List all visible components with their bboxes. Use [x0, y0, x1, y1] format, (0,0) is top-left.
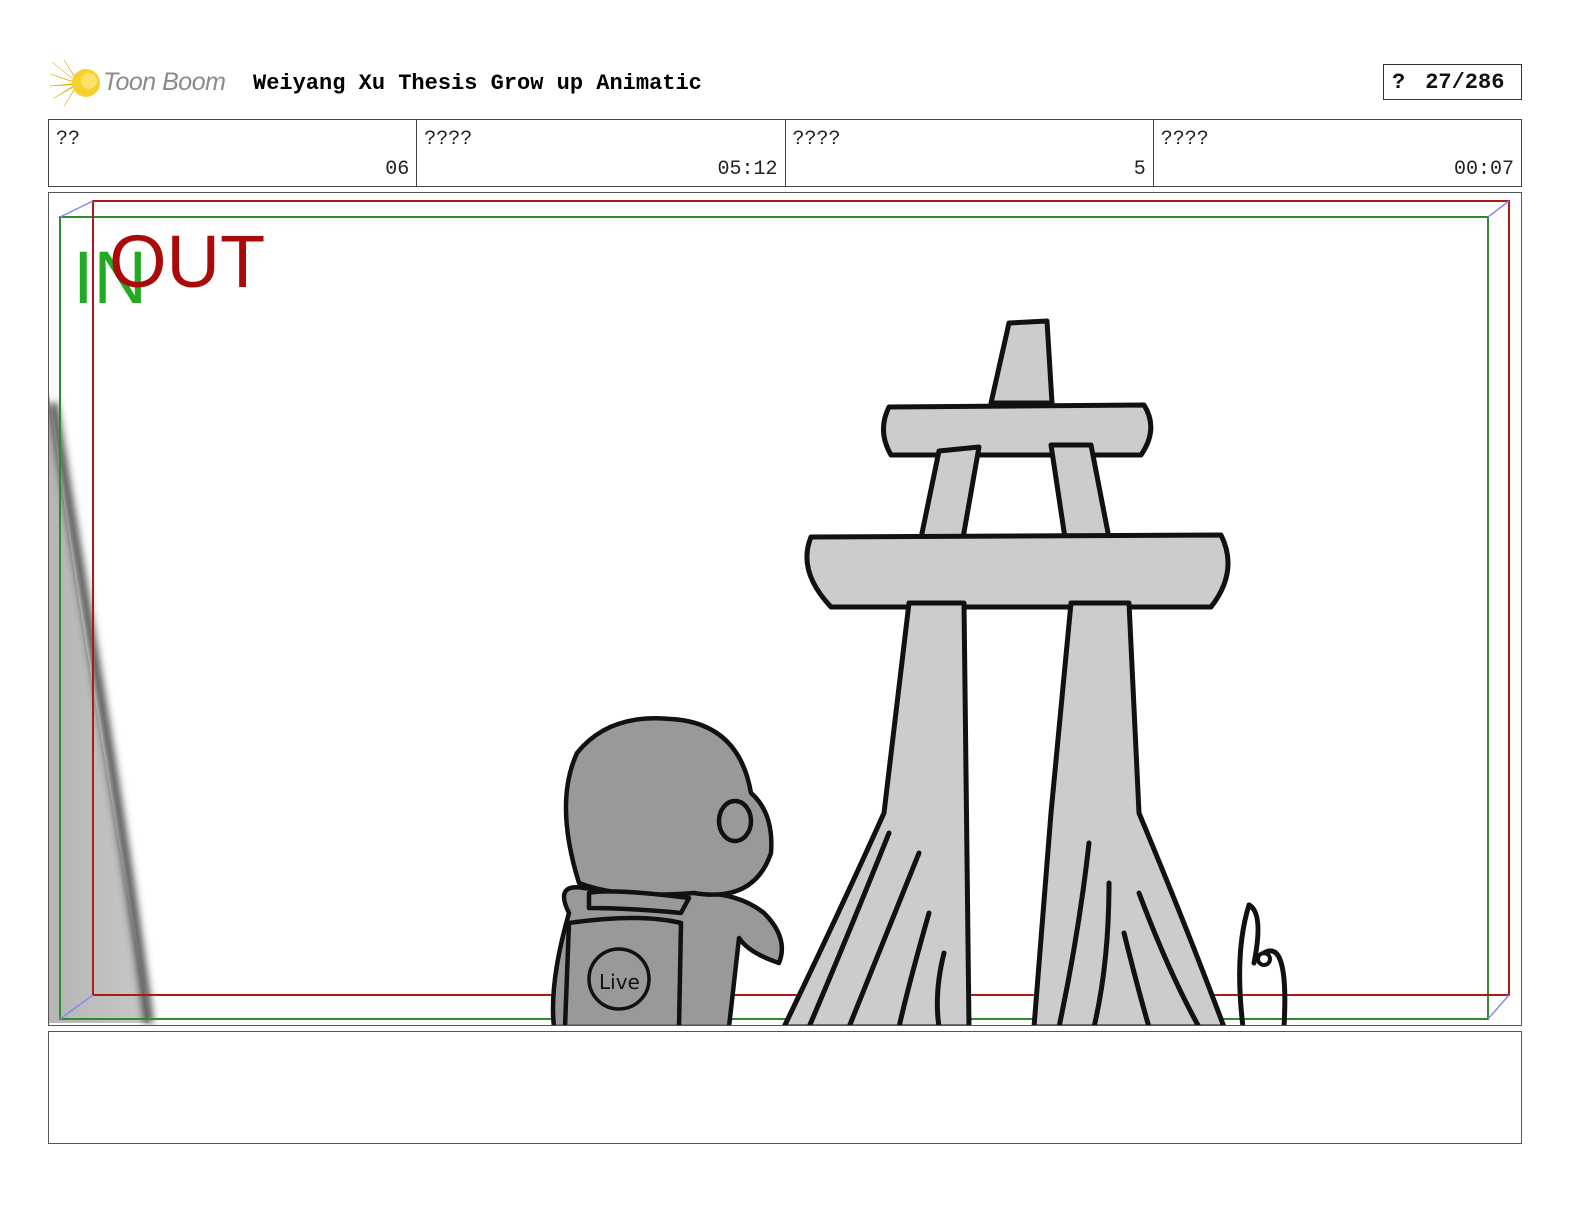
page-mark: ? — [1392, 69, 1406, 95]
character: Live — [550, 716, 785, 1025]
backpack-text: Live — [599, 970, 640, 994]
info-value: 00:07 — [1453, 158, 1514, 181]
info-label: ???? — [792, 128, 841, 151]
logo-text: Toon Boom — [103, 68, 226, 96]
info-label: ???? — [424, 128, 473, 151]
storyboard-header: Toon Boom Weiyang Xu Thesis Grow up Anim… — [48, 56, 1522, 108]
sprout — [1237, 902, 1288, 1025]
info-value: 05:12 — [717, 158, 778, 181]
shot-info-row: ?? 06 ???? 05:12 ???? 5 ???? 00:07 — [48, 119, 1522, 187]
info-cell-scene: ?? 06 — [49, 120, 418, 186]
panel-drawing: IN OUT Live — [49, 200, 1510, 1025]
tree-gate — [782, 318, 1231, 1025]
storyboard-panel: IN OUT Live — [48, 192, 1522, 1026]
info-value: 5 — [1133, 158, 1146, 181]
project-title: Weiyang Xu Thesis Grow up Animatic — [253, 71, 702, 96]
info-label: ???? — [1160, 128, 1209, 151]
info-cell-panel: ???? 05:12 — [417, 120, 786, 186]
info-cell-duration: ???? 00:07 — [1154, 120, 1521, 186]
in-frame — [59, 216, 1489, 1020]
starburst-icon — [50, 59, 100, 107]
info-label: ?? — [56, 128, 81, 151]
info-cell-count: ???? 5 — [786, 120, 1154, 186]
toon-boom-logo: Toon Boom — [48, 56, 238, 108]
caption-box — [48, 1031, 1522, 1144]
page-number: 27/286 — [1425, 69, 1505, 95]
info-value: 06 — [385, 158, 410, 181]
out-label: OUT — [109, 220, 265, 303]
page-counter: ? 27/286 — [1383, 64, 1522, 100]
out-frame — [92, 200, 1510, 996]
